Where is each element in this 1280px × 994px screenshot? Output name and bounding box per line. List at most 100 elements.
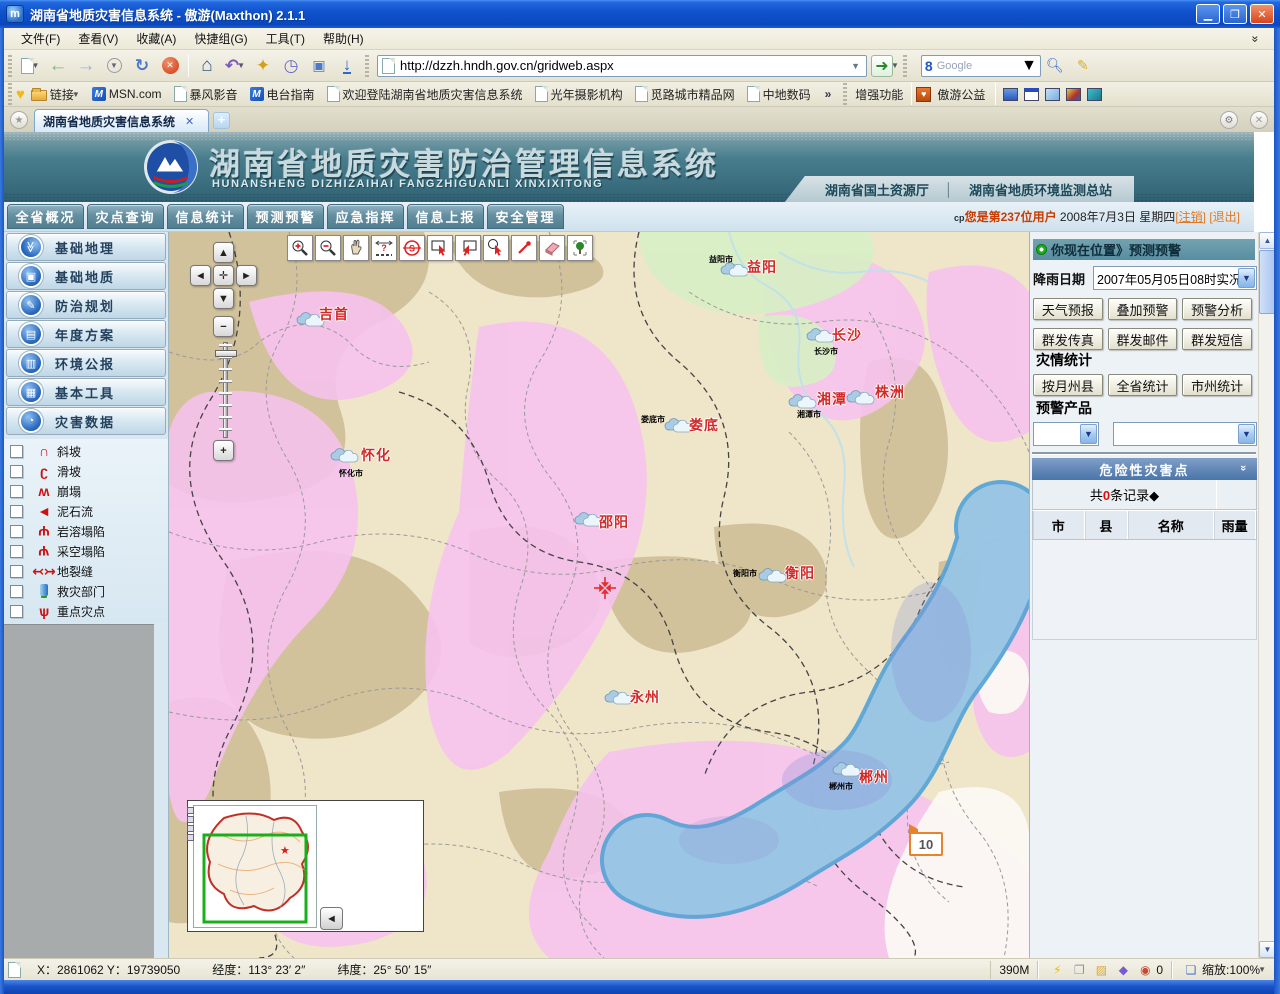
pan-down-icon[interactable]: ▼ — [213, 288, 234, 309]
nav-tab-预测预警[interactable]: 预测预警 — [247, 204, 324, 229]
back-icon[interactable]: ← — [45, 53, 71, 79]
product-select-1[interactable]: ▼ — [1033, 422, 1099, 446]
layer-checkbox[interactable] — [10, 445, 23, 458]
市州统计-button[interactable]: 市州统计 — [1182, 374, 1252, 396]
nav-tab-灾点查询[interactable]: 灾点查询 — [87, 204, 164, 229]
menu-overflow-chevron-icon[interactable]: » — [1247, 26, 1265, 51]
pan-up-icon[interactable]: ▲ — [213, 242, 234, 263]
wrench-icon[interactable]: ⚙ — [1220, 111, 1238, 129]
danger-points-header[interactable]: 危险性灾害点 » — [1032, 458, 1257, 480]
menu-item[interactable]: 查看(V) — [69, 28, 127, 49]
sidebar-item-防治规划[interactable]: ✎防治规划 — [6, 291, 166, 319]
quick-link[interactable]: 光年摄影机构 — [535, 86, 623, 103]
deselect-rect-icon[interactable] — [455, 235, 481, 261]
sidebar-item-基础地理[interactable]: ≫基础地理 — [6, 233, 166, 261]
quick-link[interactable]: 欢迎登陆湖南省地质灾害信息系统 — [327, 86, 523, 103]
favorites-heart-icon[interactable]: ♥ — [16, 86, 25, 103]
plugin-grip[interactable] — [843, 83, 847, 105]
go-button[interactable]: ➜ — [871, 55, 893, 77]
overview-mini-map[interactable]: ★ — [193, 805, 317, 928]
chevron-down-icon[interactable]: ▼ — [1238, 424, 1255, 444]
nav-tab-应急指挥[interactable]: 应急指挥 — [327, 204, 404, 229]
pens-icon[interactable] — [1066, 88, 1081, 101]
printer-icon[interactable]: ❐ — [1071, 963, 1087, 977]
预警分析-button[interactable]: 预警分析 — [1182, 298, 1252, 320]
rain-date-select[interactable]: 2007年05月05日08时实况 ▼ — [1093, 266, 1257, 290]
layer-checkbox[interactable] — [10, 485, 23, 498]
quick-link[interactable]: 觅路城市精品网 — [635, 86, 735, 103]
weather-icon-湘潭[interactable] — [787, 392, 817, 410]
layer-checkbox[interactable] — [10, 545, 23, 558]
zoom-slider-minus-icon[interactable]: − — [213, 316, 234, 337]
undo-icon[interactable]: ↶▼ — [222, 53, 248, 79]
sidebar-item-环境公报[interactable]: ▥环境公报 — [6, 349, 166, 377]
menu-item[interactable]: 快捷组(G) — [185, 28, 256, 49]
popup-blocker-icon[interactable]: ◉ — [1137, 963, 1153, 977]
quick-link[interactable]: M电台指南 — [250, 86, 315, 103]
天气预报-button[interactable]: 天气预报 — [1033, 298, 1103, 320]
star-icon[interactable]: ★ — [10, 111, 28, 129]
pan-center-icon[interactable]: ✛ — [213, 265, 234, 286]
sidebar-item-基本工具[interactable]: ▦基本工具 — [6, 378, 166, 406]
history-dropdown-icon[interactable]: ▼ — [101, 53, 127, 79]
logout-link[interactable]: [注销] — [1175, 210, 1206, 224]
nav-tab-安全管理[interactable]: 安全管理 — [487, 204, 564, 229]
menu-item[interactable]: 帮助(H) — [314, 28, 373, 49]
pin-icon[interactable] — [511, 235, 537, 261]
go-dropdown-icon[interactable]: ▼ — [891, 61, 899, 70]
menu-item[interactable]: 文件(F) — [12, 28, 69, 49]
zoom-level[interactable]: 缩放:100% — [1202, 961, 1260, 978]
links-grip[interactable] — [8, 83, 12, 105]
select-rect-icon[interactable] — [427, 235, 453, 261]
pan-icon[interactable] — [343, 235, 369, 261]
diamond-icon[interactable]: ◆ — [1115, 963, 1131, 977]
product-select-2[interactable]: ▼ — [1113, 422, 1257, 446]
zoom-slider-handle[interactable] — [215, 350, 237, 357]
menu-item[interactable]: 工具(T) — [257, 28, 314, 49]
address-dropdown-icon[interactable]: ▼ — [849, 61, 862, 71]
magic-wand-icon[interactable]: ✦ — [250, 53, 276, 79]
new-page-icon[interactable]: ▼ — [17, 53, 43, 79]
layer-checkbox[interactable] — [10, 585, 23, 598]
layer-checkbox[interactable] — [10, 525, 23, 538]
layer-checkbox[interactable] — [10, 465, 23, 478]
tabbar-close-icon[interactable]: ✕ — [1250, 111, 1268, 129]
minimize-icon[interactable]: ▁ — [1196, 4, 1220, 24]
overview-collapse-icon[interactable]: ◄ — [320, 907, 343, 930]
tab-close-icon[interactable]: ✕ — [185, 115, 194, 128]
pan-left-icon[interactable]: ◄ — [190, 265, 211, 286]
weather-icon-郴州[interactable] — [831, 760, 861, 778]
map-canvas[interactable]: ?S ▲ ◄ ✛ ► ▼ − + 吉首益阳长沙湘潭株洲娄底怀化邵阳衡阳永州郴州益… — [169, 232, 1029, 958]
rainfall-flag-marker[interactable]: 10 — [909, 832, 943, 856]
exit-link[interactable]: [退出] — [1206, 210, 1240, 224]
page-scrollbar[interactable]: ▲ ▼ — [1258, 232, 1275, 958]
notepad-icon[interactable] — [1045, 88, 1060, 101]
overview-tool-strip[interactable] — [187, 807, 195, 843]
sidebar-item-灾害数据[interactable]: ◔灾害数据 — [6, 407, 166, 435]
enhance-label[interactable]: 增强功能 — [855, 86, 903, 103]
toolbar-grip[interactable] — [8, 55, 12, 77]
full-extent-icon[interactable] — [567, 235, 593, 261]
layer-checkbox[interactable] — [10, 565, 23, 578]
sidebar-item-年度方案[interactable]: ▤年度方案 — [6, 320, 166, 348]
radius-icon[interactable]: S — [399, 235, 425, 261]
quick-link[interactable]: MMSN.com — [92, 87, 162, 101]
chevron-down-icon[interactable]: ▼ — [1080, 424, 1097, 444]
charity-label[interactable]: 傲游公益 — [937, 86, 985, 103]
zoom-in-icon[interactable] — [287, 235, 313, 261]
highlighter-icon[interactable]: ✎ — [1070, 53, 1096, 79]
chevron-down-icon[interactable]: ▼ — [1238, 268, 1255, 288]
address-grip[interactable] — [365, 55, 369, 77]
群发短信-button[interactable]: 群发短信 — [1182, 328, 1252, 350]
search-placeholder[interactable]: Google — [933, 60, 1021, 72]
forward-icon[interactable]: → — [73, 53, 99, 79]
eraser-icon[interactable] — [539, 235, 565, 261]
quick-link[interactable]: 暴风影音 — [174, 86, 238, 103]
zoom-dropdown-icon[interactable]: ▼ — [1258, 965, 1266, 974]
weather-icon-株洲[interactable] — [845, 388, 875, 406]
window-icon[interactable]: ▣ — [306, 53, 332, 79]
stop-icon[interactable]: ✕ — [157, 53, 183, 79]
nav-tab-信息上报[interactable]: 信息上报 — [407, 204, 484, 229]
links-folder[interactable]: 链接▼ — [31, 86, 80, 103]
org-link-1[interactable]: 湖南省国土资源厅 — [825, 180, 929, 199]
